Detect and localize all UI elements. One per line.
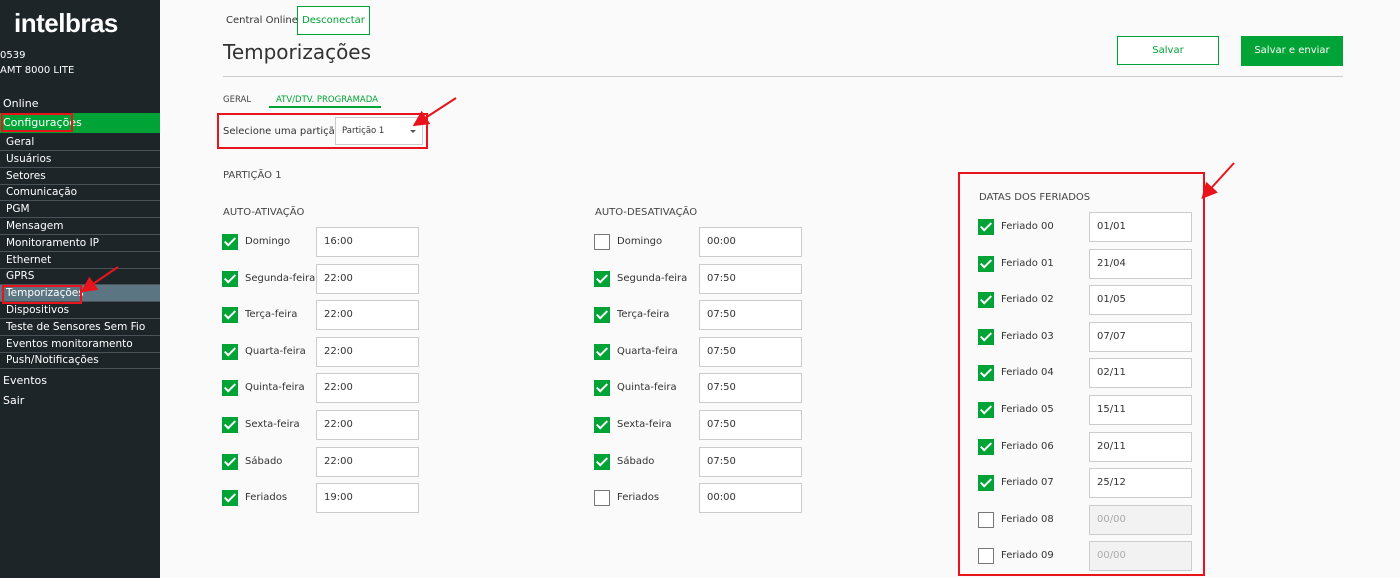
- arrow-to-temporizacoes: [80, 266, 119, 293]
- arrow-to-holidays: [1201, 162, 1235, 199]
- arrow-to-partition: [412, 97, 457, 127]
- main-content: Central Online: Desconectar Temporizaçõe…: [160, 0, 1400, 578]
- sidebar-annotation-arrow: [80, 266, 119, 293]
- annotation-arrows: [412, 97, 1235, 199]
